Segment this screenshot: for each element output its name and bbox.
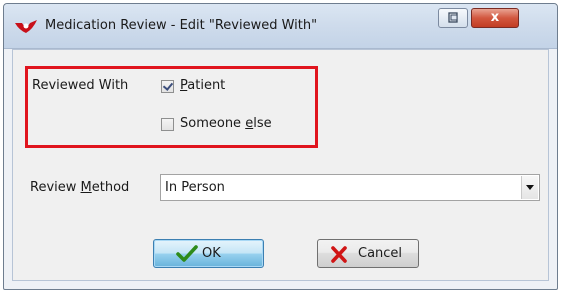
someone-else-checkbox[interactable] [161, 118, 174, 131]
app-logo-icon [15, 20, 37, 33]
review-method-label-post: ethod [91, 180, 130, 195]
reviewed-with-label: Reviewed With [32, 78, 129, 93]
someone-else-label-pre: Someone [180, 116, 246, 131]
check-icon [176, 245, 198, 262]
dropdown-arrow-icon[interactable] [521, 176, 538, 199]
close-button[interactable]: x [471, 8, 519, 28]
restore-button[interactable] [438, 8, 468, 28]
review-method-select[interactable]: In Person [160, 174, 540, 201]
someone-else-label-accel: e [245, 116, 254, 131]
patient-label-post: atient [187, 78, 226, 93]
close-icon: x [490, 10, 500, 25]
review-method-label-pre: Review [30, 180, 81, 195]
cancel-button[interactable]: Cancel [317, 239, 419, 268]
cancel-button-label: Cancel [358, 246, 403, 261]
window-title: Medication Review - Edit "Reviewed With" [45, 18, 318, 33]
patient-label[interactable]: Patient [180, 78, 225, 93]
title-bar[interactable]: Medication Review - Edit "Reviewed With"… [4, 4, 557, 49]
review-method-label: Review Method [30, 180, 129, 195]
someone-else-label-post: lse [253, 116, 272, 131]
ok-button-label: OK [202, 246, 221, 261]
patient-checkbox[interactable] [161, 80, 174, 93]
restore-icon [448, 12, 458, 23]
cancel-x-icon [331, 246, 347, 263]
ok-button[interactable]: OK [153, 239, 264, 268]
review-method-value: In Person [165, 180, 225, 195]
review-method-label-accel: M [80, 180, 92, 195]
someone-else-label[interactable]: Someone else [180, 116, 272, 131]
